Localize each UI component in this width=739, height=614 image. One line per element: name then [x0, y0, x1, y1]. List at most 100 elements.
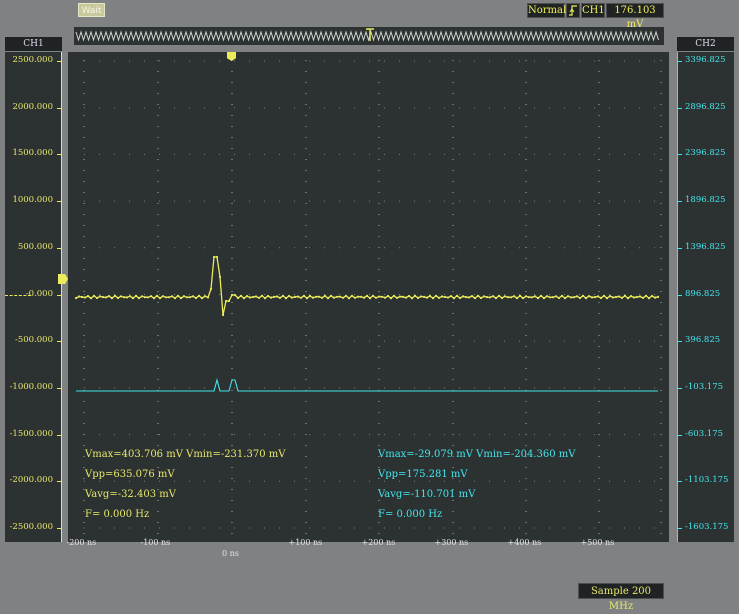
ch1-vpp: Vpp=635.076 mV	[85, 469, 175, 480]
ch2-scale-tick: 1896.825	[685, 195, 726, 206]
ch1-sample-point	[458, 296, 462, 300]
ch1-sample-point	[377, 295, 381, 298]
ch1-sample-point	[632, 296, 636, 299]
ch1-sample-point	[326, 297, 330, 300]
ch1-sample-point	[113, 294, 117, 297]
ch1-sample-point	[497, 294, 501, 297]
run-status-button[interactable]: Wait	[78, 3, 105, 17]
ch1-waveform	[75, 256, 659, 316]
ch1-sample-point	[455, 294, 459, 297]
ch1-sample-point	[602, 294, 606, 297]
ch1-sample-point	[317, 295, 321, 298]
ch1-sample-point	[500, 296, 504, 300]
ch1-sample-point	[344, 294, 348, 297]
ch1-sample-point	[560, 294, 564, 297]
ch1-scale-mark	[57, 341, 62, 343]
ch1-sample-point	[545, 295, 549, 298]
ch2-frequency: F= 0.000 Hz	[378, 509, 443, 520]
ch1-sample-point	[296, 295, 300, 298]
ch1-sample-point	[362, 296, 366, 299]
ch1-scale-tick: -1000.000	[9, 381, 53, 392]
ch2-label[interactable]: CH2	[677, 37, 734, 51]
ch1-sample-point	[587, 295, 591, 298]
ch1-sample-point	[188, 296, 192, 299]
ch1-sample-point	[98, 295, 102, 298]
trigger-mode[interactable]: Normal	[527, 3, 566, 18]
ch2-scale-mark	[677, 294, 682, 296]
ch1-sample-point	[419, 295, 423, 298]
waveform-overview[interactable]	[74, 27, 664, 45]
ch1-sample-point	[302, 294, 306, 297]
ch1-sample-point	[482, 295, 486, 298]
ch1-sample-point	[101, 296, 105, 299]
ch1-sample-point	[152, 297, 156, 300]
ch1-sample-point	[308, 294, 312, 298]
ch1-sample-point	[281, 294, 285, 297]
ch1-sample-point	[617, 295, 621, 298]
ch1-offset-marker[interactable]	[58, 274, 68, 284]
ch1-sample-point	[368, 297, 372, 300]
ch1-sample-point	[452, 297, 456, 300]
ch2-scale-mark	[677, 434, 682, 436]
ch1-sample-point	[449, 295, 453, 298]
ch1-sample-point	[341, 296, 345, 299]
ch1-sample-point	[524, 295, 528, 298]
ch1-sample-point	[233, 293, 237, 297]
ch1-scale-mark	[57, 481, 62, 483]
ch1-sample-point	[584, 297, 588, 300]
ch2-scale-tick: 2896.825	[685, 101, 726, 112]
ch1-sample-point	[359, 295, 363, 298]
ch1-sample-point	[125, 296, 129, 299]
ch1-sample-point	[212, 255, 216, 259]
ch1-sample-point	[620, 296, 624, 299]
ch1-sample-point	[389, 297, 393, 300]
ch1-sample-point	[299, 296, 303, 299]
ch2-scale-mark	[677, 528, 682, 529]
overview-waveform	[75, 30, 659, 42]
ch1-sample-point	[650, 294, 654, 298]
ch1-sample-point	[644, 294, 648, 297]
trigger-level[interactable]: 176.103 mV	[606, 3, 664, 30]
ch1-sample-point	[338, 295, 342, 298]
time-axis-label: +100 ns	[288, 538, 323, 547]
ch1-sample-point	[173, 297, 177, 300]
ch1-sample-point	[428, 294, 432, 298]
rising-edge-icon[interactable]	[566, 3, 580, 18]
ch1-sample-point	[434, 294, 438, 297]
ch1-sample-point	[260, 294, 264, 297]
ch1-sample-point	[182, 295, 186, 298]
ch1-label[interactable]: CH1	[5, 37, 62, 51]
ch1-sample-point	[599, 296, 603, 300]
ch1-sample-point	[374, 296, 378, 299]
ch1-sample-point	[293, 295, 297, 298]
ch1-sample-point	[329, 294, 333, 297]
ch2-vavg: Vavg=-110.701 mV	[378, 489, 476, 500]
ch1-vavg: Vavg=-32.403 mV	[85, 489, 176, 500]
ch1-sample-point	[629, 295, 633, 298]
ch2-scale-tick: -1103.175	[685, 475, 729, 486]
ch1-scale-tick: -500.000	[14, 335, 53, 346]
ch1-sample-point	[203, 295, 207, 298]
ch1-sample-point	[194, 296, 198, 300]
ch1-sample-point	[395, 296, 399, 299]
ch1-sample-point	[248, 296, 252, 299]
ch1-sample-point	[398, 295, 402, 298]
ch1-sample-point	[653, 296, 657, 299]
ch1-sample-point	[536, 297, 540, 300]
ch1-sample-point	[596, 295, 600, 298]
trigger-source[interactable]: CH1	[581, 3, 605, 18]
ch1-sample-point	[143, 296, 147, 299]
ch1-sample-point	[80, 295, 84, 299]
ch1-sample-point	[575, 295, 579, 298]
ch1-sample-point	[353, 296, 357, 299]
ch1-sample-point	[446, 296, 450, 299]
ch1-sample-point	[140, 295, 144, 298]
ch1-sample-point	[530, 296, 534, 299]
ch1-ground-line	[5, 295, 31, 296]
ch1-sample-point	[638, 295, 642, 298]
ch1-sample-point	[89, 297, 93, 300]
ch1-sample-point	[74, 296, 78, 300]
ch1-sample-point	[122, 296, 126, 299]
ch1-sample-point	[494, 297, 498, 300]
ch1-scale-mark	[57, 107, 62, 109]
